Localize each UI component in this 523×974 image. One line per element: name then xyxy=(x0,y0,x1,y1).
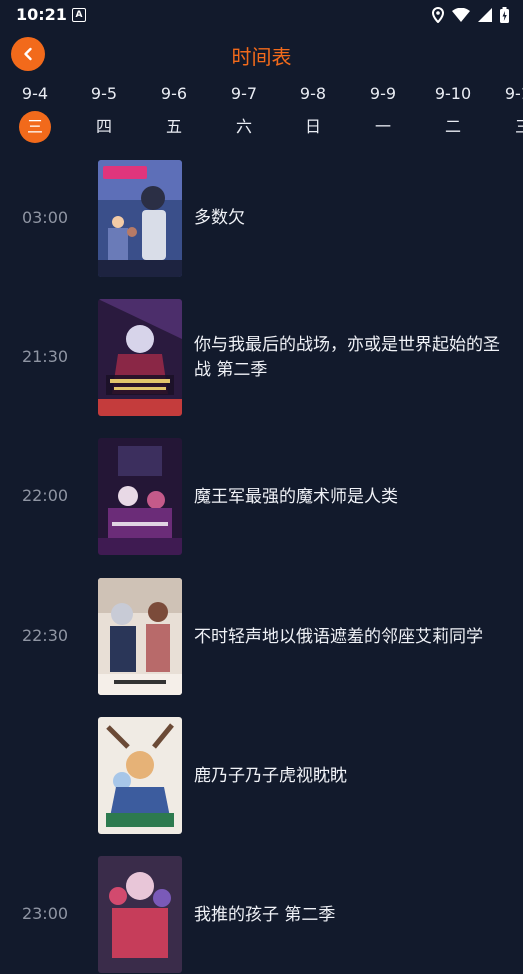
schedule-time: 23:00 xyxy=(21,904,69,923)
header: 时间表 xyxy=(0,34,523,74)
anime-title: 多数欠 xyxy=(194,208,245,228)
day-weekday: 日 xyxy=(304,117,321,136)
schedule-time: 21:30 xyxy=(21,347,69,366)
anime-title: 鹿乃子乃子虎视眈眈 xyxy=(194,766,347,786)
anime-title: 我推的孩子 第二季 xyxy=(194,905,336,925)
day-tab[interactable]: 9-9 一 xyxy=(348,82,418,144)
status-time: 10:21 xyxy=(16,5,67,24)
notification-icon: A xyxy=(72,8,86,22)
schedule-item[interactable]: 鹿乃子乃子虎视眈眈 xyxy=(0,717,523,835)
day-weekday: 三 xyxy=(19,111,51,143)
day-tab[interactable]: 9-10 二 xyxy=(418,82,488,144)
battery-icon xyxy=(500,7,509,23)
schedule-item[interactable]: 22:00 魔王军最强的魔术师是人类 xyxy=(0,438,523,556)
day-date: 9-11 xyxy=(504,84,523,103)
schedule-time: 03:00 xyxy=(21,208,69,227)
anime-title: 不时轻声地以俄语遮羞的邻座艾莉同学 xyxy=(194,627,483,647)
anime-poster xyxy=(98,717,182,834)
anime-poster xyxy=(98,160,182,277)
day-selector: 9-4 三 9-5 四 9-6 五 9-7 六 9-8 日 9-9 一 9-10… xyxy=(0,82,523,144)
day-weekday: 二 xyxy=(444,117,461,136)
day-weekday: 五 xyxy=(165,117,182,136)
location-icon xyxy=(432,7,444,23)
day-weekday: 三 xyxy=(514,117,523,136)
day-tab[interactable]: 9-4 三 xyxy=(0,82,70,144)
day-date: 9-5 xyxy=(90,84,118,103)
day-date: 9-6 xyxy=(160,84,188,103)
day-date: 9-7 xyxy=(230,84,258,103)
day-tab[interactable]: 9-5 四 xyxy=(69,82,139,144)
anime-title: 你与我最后的战场，亦或是世界起始的圣战 第二季 xyxy=(194,335,500,380)
status-bar: 10:21 A xyxy=(0,0,523,30)
day-weekday: 一 xyxy=(374,117,391,136)
schedule-time: 22:00 xyxy=(21,486,69,505)
day-tab[interactable]: 9-6 五 xyxy=(139,82,209,144)
page-title: 时间表 xyxy=(231,45,292,69)
day-tab[interactable]: 9-8 日 xyxy=(278,82,348,144)
schedule-time: 22:30 xyxy=(21,626,69,645)
anime-poster xyxy=(98,856,182,973)
day-date: 9-10 xyxy=(434,84,472,103)
day-date: 9-8 xyxy=(299,84,327,103)
day-date: 9-4 xyxy=(21,84,49,103)
schedule-item[interactable]: 21:30 你与我最后的战场，亦或是世界起始的圣战 第二季 xyxy=(0,299,523,417)
day-tab[interactable]: 9-11 三 xyxy=(488,82,523,144)
signal-icon xyxy=(478,8,492,22)
anime-title: 魔王军最强的魔术师是人类 xyxy=(194,487,398,507)
day-tab[interactable]: 9-7 六 xyxy=(209,82,279,144)
wifi-icon xyxy=(452,8,470,22)
day-date: 9-9 xyxy=(369,84,397,103)
schedule-item[interactable]: 03:00 多数欠 xyxy=(0,160,523,278)
day-weekday: 六 xyxy=(235,117,252,136)
day-weekday: 四 xyxy=(95,117,112,136)
anime-poster xyxy=(98,438,182,555)
anime-poster xyxy=(98,578,182,695)
schedule-item[interactable]: 23:00 我推的孩子 第二季 xyxy=(0,856,523,974)
status-icons xyxy=(432,6,509,24)
schedule-item[interactable]: 22:30 不时轻声地以俄语遮羞的邻座艾莉同学 xyxy=(0,578,523,696)
anime-poster xyxy=(98,299,182,416)
